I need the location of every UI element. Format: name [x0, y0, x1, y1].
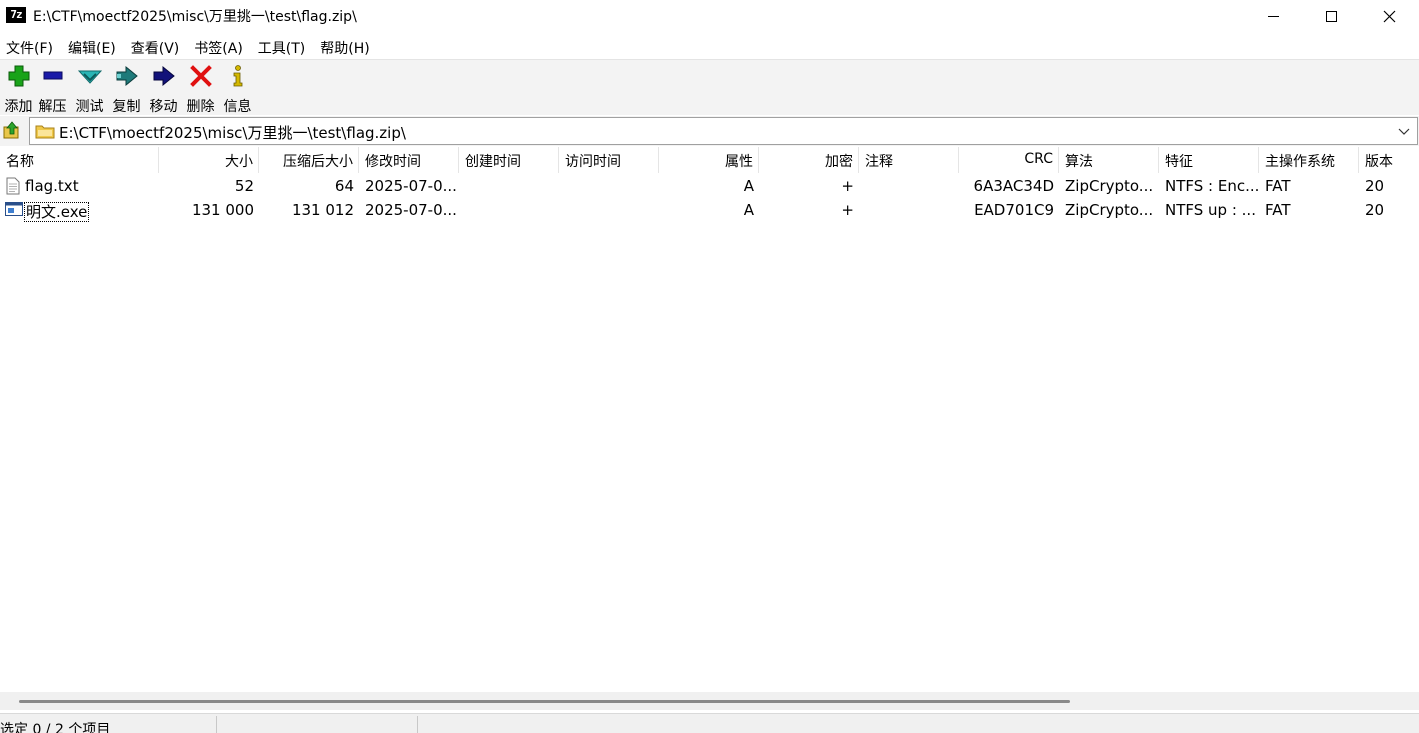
extract-label: 解压	[38, 99, 67, 115]
table-row[interactable]: 明文.exe 131 000 131 012 2025-07-0... A + …	[0, 198, 1419, 222]
menu-edit[interactable]: 编辑(E)	[62, 34, 125, 58]
add-icon	[8, 65, 29, 87]
column-host-os[interactable]: 主操作系统	[1259, 147, 1359, 173]
info-icon	[233, 65, 242, 87]
file-version: 20	[1365, 177, 1385, 195]
selection-status: 选定 0 / 2 个项目	[0, 722, 111, 733]
menu-file[interactable]: 文件(F)	[0, 34, 62, 58]
status-divider	[417, 716, 418, 733]
file-host-os: FAT	[1265, 177, 1291, 195]
move-icon	[153, 65, 175, 87]
column-created[interactable]: 创建时间	[459, 147, 559, 173]
column-name[interactable]: 名称	[0, 147, 159, 173]
status-divider	[216, 716, 217, 733]
minimize-icon	[1267, 15, 1279, 17]
delete-label: 删除	[186, 99, 215, 115]
info-button[interactable]: 信息	[219, 64, 256, 115]
file-size: 52	[234, 177, 254, 195]
column-packed-size[interactable]: 压缩后大小	[259, 147, 359, 173]
file-crc: 6A3AC34D	[973, 177, 1054, 195]
file-encrypted: +	[841, 177, 854, 195]
file-encrypted: +	[841, 201, 854, 219]
file-characteristics: NTFS : Enc...	[1165, 177, 1259, 195]
close-button[interactable]	[1360, 0, 1418, 32]
file-packed-size: 131 012	[291, 201, 354, 219]
file-crc: EAD701C9	[974, 201, 1054, 219]
file-characteristics: NTFS up : ...	[1165, 201, 1256, 219]
maximize-icon	[1325, 10, 1337, 22]
add-button[interactable]: 添加	[0, 64, 37, 115]
file-name: flag.txt	[25, 177, 79, 195]
copy-label: 复制	[112, 99, 141, 115]
file-host-os: FAT	[1265, 201, 1291, 219]
menu-bookmarks[interactable]: 书签(A)	[188, 34, 252, 58]
up-folder-icon	[3, 121, 19, 139]
up-folder-button[interactable]	[2, 120, 24, 142]
column-comment[interactable]: 注释	[859, 147, 959, 173]
column-encrypted[interactable]: 加密	[759, 147, 859, 173]
add-label: 添加	[4, 99, 33, 115]
toolbar: 添加 解压 测试 复制 移动 删除 信息	[0, 59, 1419, 115]
file-modified: 2025-07-0...	[365, 177, 457, 195]
column-accessed[interactable]: 访问时间	[559, 147, 659, 173]
file-size: 131 000	[191, 201, 254, 219]
info-label: 信息	[223, 99, 252, 115]
file-packed-size: 64	[334, 177, 354, 195]
column-method[interactable]: 算法	[1059, 147, 1159, 173]
address-row: E:\CTF\moectf2025\misc\万里挑一\test\flag.zi…	[0, 116, 1419, 146]
copy-button[interactable]: 复制	[108, 64, 145, 115]
window-title: E:\CTF\moectf2025\misc\万里挑一\test\flag.zi…	[33, 9, 357, 25]
file-attributes: A	[743, 177, 754, 195]
scrollbar-thumb[interactable]	[19, 700, 1070, 703]
move-label: 移动	[149, 99, 178, 115]
test-label: 测试	[75, 99, 104, 115]
file-method: ZipCrypto...	[1065, 177, 1154, 195]
file-version: 20	[1365, 201, 1385, 219]
chevron-down-icon[interactable]	[1397, 124, 1411, 138]
address-bar[interactable]: E:\CTF\moectf2025\misc\万里挑一\test\flag.zi…	[29, 117, 1418, 145]
maximize-button[interactable]	[1302, 0, 1360, 32]
delete-icon	[189, 65, 212, 87]
file-attributes: A	[743, 201, 754, 219]
column-header: 名称 大小 压缩后大小 修改时间 创建时间 访问时间 属性 加密 注释 CRC …	[0, 147, 1419, 173]
text-file-icon	[6, 177, 20, 195]
delete-button[interactable]: 删除	[182, 64, 219, 115]
menu-tools[interactable]: 工具(T)	[252, 34, 314, 58]
copy-icon	[116, 65, 138, 87]
close-icon	[1383, 10, 1395, 22]
horizontal-scrollbar[interactable]	[0, 692, 1419, 710]
column-version[interactable]: 版本	[1359, 147, 1419, 173]
file-name-text: 明文.exe	[23, 202, 90, 222]
table-row[interactable]: flag.txt 52 64 2025-07-0... A + 6A3AC34D…	[0, 174, 1419, 198]
column-modified[interactable]: 修改时间	[359, 147, 459, 173]
test-button[interactable]: 测试	[71, 64, 108, 115]
extract-icon	[43, 71, 62, 80]
move-button[interactable]: 移动	[145, 64, 182, 115]
exe-file-icon	[5, 202, 23, 216]
status-bar: 选定 0 / 2 个项目	[0, 713, 1419, 733]
file-method: ZipCrypto...	[1065, 201, 1154, 219]
column-crc[interactable]: CRC	[959, 147, 1059, 173]
column-characteristics[interactable]: 特征	[1159, 147, 1259, 173]
test-icon	[77, 70, 102, 84]
folder-icon	[35, 125, 55, 139]
app-7zip-icon: 7z	[6, 7, 26, 23]
title-bar: 7z E:\CTF\moectf2025\misc\万里挑一\test\flag…	[0, 0, 1419, 32]
file-name: 明文.exe	[23, 201, 90, 222]
column-attributes[interactable]: 属性	[659, 147, 759, 173]
minimize-button[interactable]	[1244, 0, 1302, 32]
menu-bar: 文件(F) 编辑(E) 查看(V) 书签(A) 工具(T) 帮助(H)	[0, 34, 1419, 58]
extract-button[interactable]: 解压	[34, 64, 71, 115]
address-path: E:\CTF\moectf2025\misc\万里挑一\test\flag.zi…	[59, 124, 406, 142]
file-modified: 2025-07-0...	[365, 201, 457, 219]
menu-view[interactable]: 查看(V)	[125, 34, 189, 58]
column-size[interactable]: 大小	[159, 147, 259, 173]
menu-help[interactable]: 帮助(H)	[314, 34, 378, 58]
